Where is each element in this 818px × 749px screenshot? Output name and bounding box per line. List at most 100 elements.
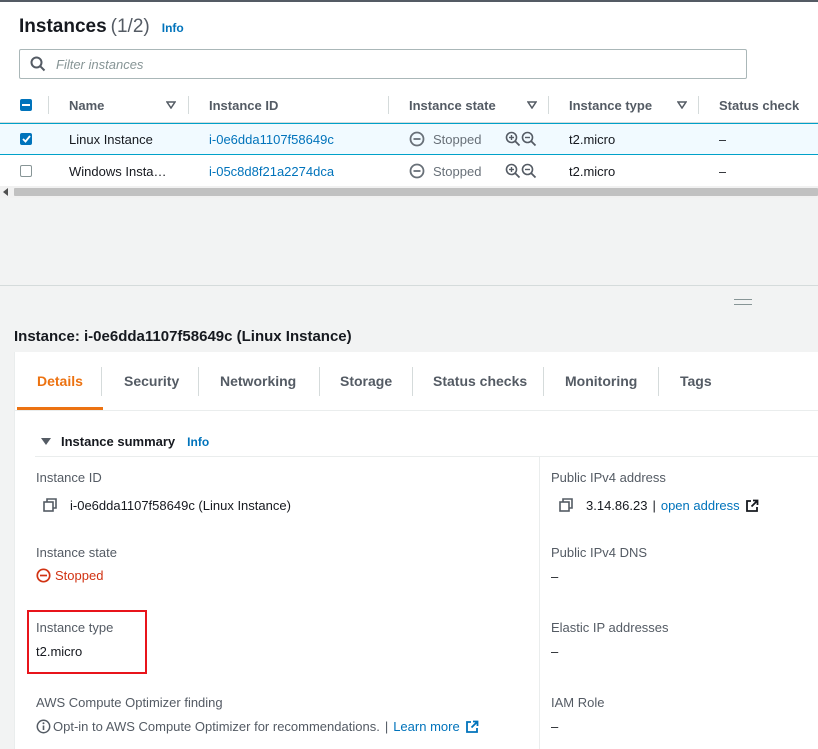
- row-instance-type: t2.micro: [569, 131, 616, 147]
- table-row[interactable]: Linux Instance i-0e6dda1107f58649c Stopp…: [0, 123, 818, 155]
- details-panel: Details Security Networking Storage Stat…: [14, 352, 818, 749]
- tab-separator: [412, 367, 413, 396]
- stopped-icon: [409, 131, 425, 147]
- active-tab-indicator: [17, 407, 103, 410]
- row-checkbox[interactable]: [20, 133, 32, 145]
- row-instance-id-link[interactable]: i-0e6dda1107f58649c: [209, 124, 334, 154]
- row-state-label: Stopped: [433, 163, 482, 179]
- instances-panel: Instances (1/2) Info Name I: [0, 0, 818, 198]
- tab-status-checks[interactable]: Status checks: [433, 352, 527, 410]
- instance-id-value: i-0e6dda1107f58649c (Linux Instance): [43, 498, 291, 513]
- caret-down-icon: [527, 101, 537, 109]
- caret-down-icon: [166, 101, 176, 109]
- row-state: Stopped: [409, 155, 481, 187]
- instance-detail-title: Instance: i-0e6dda1107f58649c (Linux Ins…: [14, 328, 352, 345]
- caret-down-icon[interactable]: [41, 437, 51, 446]
- resize-handle-icon[interactable]: [734, 299, 752, 305]
- column-header-status-check[interactable]: Status check: [719, 88, 799, 122]
- zoom-out-icon[interactable]: [521, 131, 537, 147]
- row-name: Windows Insta…: [69, 163, 167, 179]
- filter-instances-input[interactable]: [54, 55, 708, 73]
- optimizer-label: AWS Compute Optimizer finding: [36, 695, 223, 710]
- tab-separator: [658, 367, 659, 396]
- sort-type-button[interactable]: [677, 88, 687, 122]
- row-name: Linux Instance: [69, 131, 153, 147]
- instance-type-value: t2.micro: [36, 644, 83, 659]
- caret-down-icon: [677, 101, 687, 109]
- tab-separator: [198, 367, 199, 396]
- tab-security[interactable]: Security: [124, 352, 179, 410]
- tab-separator: [319, 367, 320, 396]
- indeterminate-icon: [22, 104, 30, 106]
- summary-info-link[interactable]: Info: [187, 435, 209, 449]
- select-all-checkbox[interactable]: [20, 99, 32, 111]
- public-ipv4-text: 3.14.86.23: [586, 498, 648, 513]
- elastic-ip-label: Elastic IP addresses: [551, 620, 669, 635]
- learn-more-link[interactable]: Learn more: [393, 719, 459, 734]
- column-separator: [388, 96, 389, 114]
- row-status-check: –: [719, 131, 727, 147]
- row-instance-id-link[interactable]: i-05c8d8f21a2274dca: [209, 155, 334, 187]
- external-link-icon[interactable]: [745, 499, 759, 513]
- instance-count: (1/2): [110, 16, 150, 37]
- tab-separator: [543, 367, 544, 396]
- tab-monitoring[interactable]: Monitoring: [565, 352, 637, 410]
- elastic-ip-value: –: [551, 644, 559, 659]
- zoom-out-icon[interactable]: [521, 163, 537, 179]
- column-header-name[interactable]: Name: [69, 88, 104, 122]
- public-dns-value: –: [551, 569, 559, 584]
- row-status-check: –: [719, 163, 727, 179]
- column-separator: [698, 96, 699, 114]
- instance-summary-header[interactable]: Instance summary Info: [41, 434, 209, 449]
- copy-icon[interactable]: [43, 498, 58, 513]
- copy-icon[interactable]: [559, 498, 574, 513]
- page-title: Instances: [19, 16, 107, 37]
- instance-type-label: Instance type: [36, 620, 114, 635]
- column-separator: [188, 96, 189, 114]
- scrollbar-thumb[interactable]: [14, 188, 818, 196]
- tab-details[interactable]: Details: [37, 352, 83, 410]
- info-icon: [36, 719, 51, 734]
- instance-id-text: i-0e6dda1107f58649c (Linux Instance): [70, 498, 291, 513]
- table-row[interactable]: Windows Insta… i-05c8d8f21a2274dca Stopp…: [0, 155, 818, 188]
- zoom-in-icon[interactable]: [505, 131, 521, 147]
- sort-state-button[interactable]: [527, 88, 537, 122]
- row-zoom-controls: [505, 155, 537, 187]
- instance-summary-title: Instance summary: [61, 434, 176, 449]
- instances-info-link[interactable]: Info: [162, 21, 184, 35]
- scroll-left-arrow-icon[interactable]: [3, 188, 8, 196]
- row-instance-type: t2.micro: [569, 163, 616, 179]
- stopped-icon: [409, 163, 425, 179]
- instance-state-text: Stopped: [55, 568, 104, 583]
- external-link-icon[interactable]: [465, 720, 479, 734]
- optimizer-value: Opt-in to AWS Compute Optimizer for reco…: [36, 719, 479, 734]
- iam-role-value: –: [551, 719, 559, 734]
- instance-state-label: Instance state: [36, 545, 117, 560]
- select-all-cell[interactable]: [20, 88, 32, 122]
- column-header-label: Status check: [719, 97, 800, 113]
- zoom-in-icon[interactable]: [505, 163, 521, 179]
- sort-name-button[interactable]: [166, 88, 176, 122]
- column-separator: [548, 96, 549, 114]
- tab-tags[interactable]: Tags: [680, 352, 712, 410]
- column-separator: [48, 96, 49, 114]
- horizontal-scrollbar[interactable]: [0, 186, 818, 198]
- optimizer-separator: |: [384, 719, 389, 734]
- column-header-label: Instance state: [409, 97, 496, 113]
- optimizer-text: Opt-in to AWS Compute Optimizer for reco…: [53, 719, 380, 734]
- row-checkbox-cell[interactable]: [20, 124, 32, 154]
- tab-storage[interactable]: Storage: [340, 352, 392, 410]
- table-header-row: Name Instance ID Instance state Instance…: [0, 88, 818, 123]
- open-address-link[interactable]: open address: [661, 498, 740, 513]
- search-box[interactable]: [19, 49, 747, 79]
- instances-table: Name Instance ID Instance state Instance…: [0, 88, 818, 188]
- column-header-instance-id[interactable]: Instance ID: [209, 88, 278, 122]
- tab-separator: [101, 367, 102, 396]
- iam-role-label: IAM Role: [551, 695, 605, 710]
- row-checkbox[interactable]: [20, 165, 32, 177]
- column-header-instance-type[interactable]: Instance type: [569, 88, 652, 122]
- tab-networking[interactable]: Networking: [220, 352, 296, 410]
- search-icon: [30, 56, 46, 72]
- column-header-instance-state[interactable]: Instance state: [409, 88, 496, 122]
- row-checkbox-cell[interactable]: [20, 155, 32, 187]
